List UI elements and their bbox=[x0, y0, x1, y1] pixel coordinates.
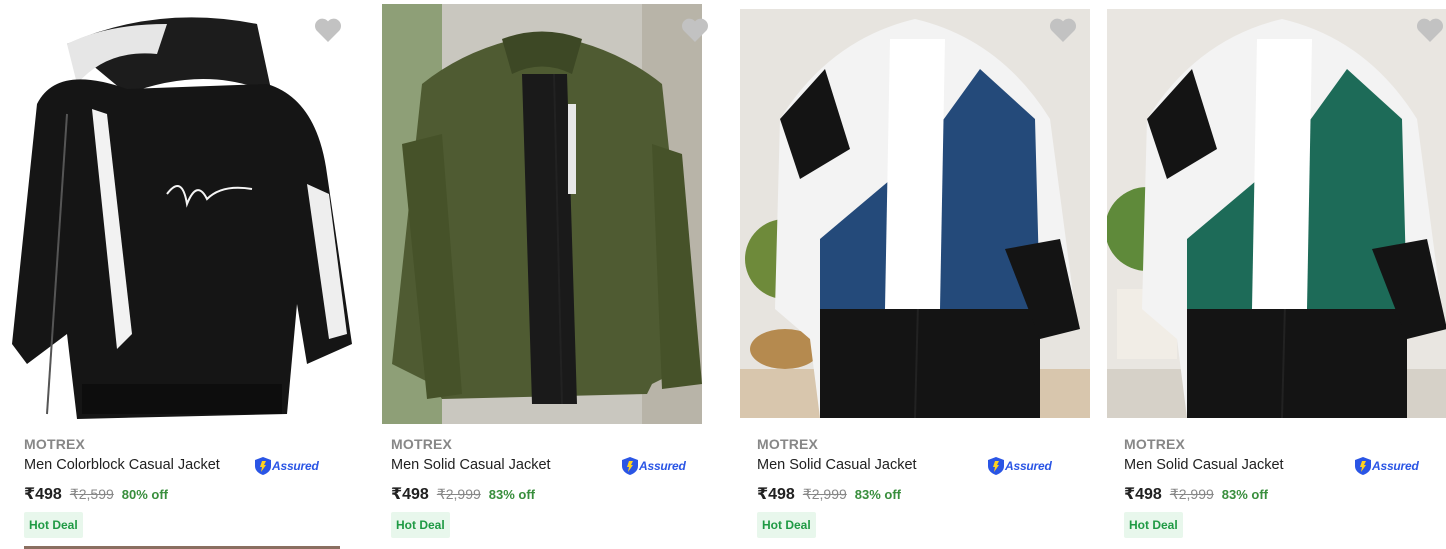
product-grid: MOTREX Men Colorblock Casual Jacket Assu… bbox=[0, 0, 1446, 549]
wishlist-heart-icon[interactable] bbox=[1047, 14, 1079, 46]
original-price: ₹2,999 bbox=[1169, 486, 1214, 502]
discount-label: 83% off bbox=[488, 487, 536, 502]
product-brand: MOTREX bbox=[24, 436, 86, 452]
assured-badge: Assured bbox=[255, 456, 319, 476]
assured-label: Assured bbox=[272, 459, 319, 473]
product-brand: MOTREX bbox=[1124, 436, 1186, 452]
product-card[interactable]: MOTREX Men Solid Casual Jacket Assured ₹… bbox=[740, 0, 1100, 549]
product-image[interactable] bbox=[382, 4, 702, 424]
assured-label: Assured bbox=[1005, 459, 1052, 473]
hot-deal-badge: Hot Deal bbox=[24, 512, 83, 538]
original-price: ₹2,999 bbox=[436, 486, 481, 502]
original-price: ₹2,599 bbox=[69, 486, 114, 502]
product-card[interactable]: MOTREX Men Solid Casual Jacket Assured ₹… bbox=[374, 0, 734, 549]
product-title[interactable]: Men Solid Casual Jacket bbox=[757, 457, 917, 473]
price-row: ₹498 ₹2,599 80% off bbox=[24, 484, 168, 504]
product-image[interactable] bbox=[1107, 9, 1446, 418]
assured-label: Assured bbox=[1372, 459, 1419, 473]
wishlist-heart-icon[interactable] bbox=[312, 14, 344, 46]
selling-price: ₹498 bbox=[1124, 486, 1162, 503]
selling-price: ₹498 bbox=[24, 486, 62, 503]
product-title[interactable]: Men Solid Casual Jacket bbox=[391, 457, 551, 473]
selling-price: ₹498 bbox=[391, 486, 429, 503]
product-image[interactable] bbox=[7, 4, 357, 424]
shield-icon bbox=[255, 457, 271, 475]
product-brand: MOTREX bbox=[757, 436, 819, 452]
product-image[interactable] bbox=[740, 9, 1090, 418]
original-price: ₹2,999 bbox=[802, 486, 847, 502]
hot-deal-badge: Hot Deal bbox=[391, 512, 450, 538]
wishlist-heart-icon[interactable] bbox=[1414, 14, 1446, 46]
assured-badge: Assured bbox=[622, 456, 686, 476]
product-title[interactable]: Men Colorblock Casual Jacket bbox=[24, 457, 220, 473]
selling-price: ₹498 bbox=[757, 486, 795, 503]
shield-icon bbox=[622, 457, 638, 475]
assured-badge: Assured bbox=[1355, 456, 1419, 476]
price-row: ₹498 ₹2,999 83% off bbox=[757, 484, 901, 504]
assured-label: Assured bbox=[639, 459, 686, 473]
discount-label: 83% off bbox=[854, 487, 902, 502]
assured-badge: Assured bbox=[988, 456, 1052, 476]
price-row: ₹498 ₹2,999 83% off bbox=[391, 484, 535, 504]
hot-deal-badge: Hot Deal bbox=[1124, 512, 1183, 538]
wishlist-heart-icon[interactable] bbox=[679, 14, 711, 46]
product-brand: MOTREX bbox=[391, 436, 453, 452]
shield-icon bbox=[988, 457, 1004, 475]
discount-label: 80% off bbox=[121, 487, 169, 502]
product-card[interactable]: MOTREX Men Colorblock Casual Jacket Assu… bbox=[7, 0, 367, 549]
shield-icon bbox=[1355, 457, 1371, 475]
hot-deal-badge: Hot Deal bbox=[757, 512, 816, 538]
discount-label: 83% off bbox=[1221, 487, 1269, 502]
price-row: ₹498 ₹2,999 83% off bbox=[1124, 484, 1268, 504]
product-card[interactable]: MOTREX Men Solid Casual Jacket Assured ₹… bbox=[1107, 0, 1446, 549]
product-title[interactable]: Men Solid Casual Jacket bbox=[1124, 457, 1284, 473]
